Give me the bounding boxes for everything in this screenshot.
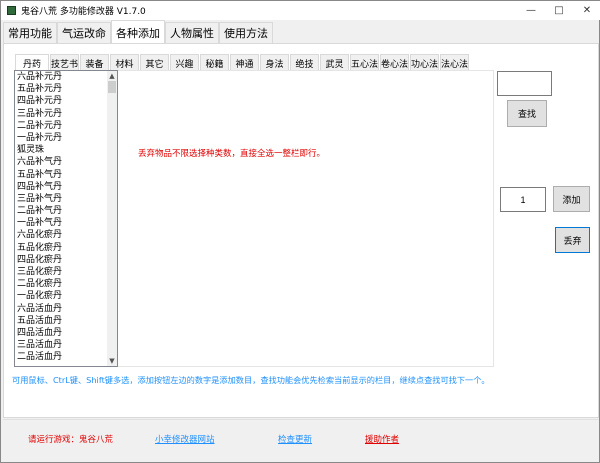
list-item[interactable]: 六品化瘀丹 <box>15 229 117 241</box>
list-item[interactable]: 六品活血丹 <box>15 303 117 315</box>
discard-button[interactable]: 丢弃 <box>555 227 590 253</box>
search-button[interactable]: 查找 <box>507 100 547 127</box>
list-item[interactable]: 四品补气丹 <box>15 181 117 193</box>
tab-panel: 丹药 技艺书 装备 材料 其它 兴趣 秘籍 神通 身法 绝技 武灵 五心法 卷心法 功心法 法心法 六品补元… <box>3 43 599 418</box>
list-item[interactable]: 四品化瘀丹 <box>15 254 117 266</box>
list-item[interactable]: 五品化瘀丹 <box>15 242 117 254</box>
list-item[interactable]: 三品补元丹 <box>15 108 117 120</box>
maximize-button[interactable]: □ <box>545 1 573 20</box>
list-item[interactable]: 二品活血丹 <box>15 351 117 363</box>
scroll-thumb[interactable] <box>108 81 116 93</box>
list-item[interactable]: 四品补元丹 <box>15 95 117 107</box>
scroll-up-icon[interactable]: ▲ <box>107 71 117 81</box>
list-item[interactable]: 六品补元丹 <box>15 71 117 83</box>
discard-tip: 丢弃物品不限选择种类数，直接全选一整栏即行。 <box>138 149 326 159</box>
list-item[interactable]: 三品活血丹 <box>15 339 117 351</box>
main-tabs: 常用功能 气运改命 各种添加 人物属性 使用方法 <box>3 20 273 44</box>
list-scrollbar[interactable]: ▲ ▼ <box>107 71 117 366</box>
list-item[interactable]: 一品化瘀丹 <box>15 290 117 302</box>
list-item[interactable]: 五品补元丹 <box>15 83 117 95</box>
minimize-button[interactable]: — <box>517 1 545 20</box>
list-item[interactable]: 一品补元丹 <box>15 132 117 144</box>
footer-divider <box>3 419 599 420</box>
close-button[interactable]: ✕ <box>573 1 600 20</box>
list-item[interactable]: 五品补气丹 <box>15 169 117 181</box>
tab-main-1[interactable]: 气运改命 <box>57 22 111 44</box>
list-item[interactable]: 四品活血丹 <box>15 327 117 339</box>
app-icon <box>7 6 16 15</box>
tab-main-2[interactable]: 各种添加 <box>111 20 165 44</box>
quantity-input[interactable] <box>500 187 546 212</box>
list-item[interactable]: 二品补气丹 <box>15 205 117 217</box>
usage-hint: 可用鼠标、CtrL键、Shift键多选，添加按钮左边的数字是添加数目，查找功能会… <box>12 375 490 385</box>
scroll-down-icon[interactable]: ▼ <box>107 356 117 366</box>
search-input[interactable] <box>497 71 552 96</box>
list-item[interactable]: 一品补气丹 <box>15 217 117 229</box>
list-item[interactable]: 六品补气丹 <box>15 156 117 168</box>
tab-main-3[interactable]: 人物属性 <box>165 22 219 44</box>
item-list[interactable]: 六品补元丹 五品补元丹 四品补元丹 三品补元丹 二品补元丹 一品补元丹 狐灵珠 六品补气丹 五品… <box>14 70 118 367</box>
check-update-link[interactable]: 检查更新 <box>278 433 312 445</box>
info-area: 丢弃物品不限选择种类数，直接全选一整栏即行。 <box>118 70 494 367</box>
list-item[interactable]: 二品补元丹 <box>15 120 117 132</box>
title-bar: 鬼谷八荒 多功能修改器 V1.7.0 — □ ✕ <box>1 1 600 20</box>
donate-link[interactable]: 援助作者 <box>365 433 399 445</box>
list-item[interactable]: 三品化瘀丹 <box>15 266 117 278</box>
list-item[interactable]: 三品补气丹 <box>15 193 117 205</box>
tab-main-0[interactable]: 常用功能 <box>3 22 57 44</box>
list-item[interactable]: 狐灵珠 <box>15 144 117 156</box>
tab-main-4[interactable]: 使用方法 <box>219 22 273 44</box>
list-item[interactable]: 二品化瘀丹 <box>15 278 117 290</box>
window-title: 鬼谷八荒 多功能修改器 V1.7.0 <box>21 7 146 17</box>
game-status: 请运行游戏：鬼谷八荒 <box>28 435 114 445</box>
add-button[interactable]: 添加 <box>553 186 590 212</box>
list-item[interactable]: 五品活血丹 <box>15 315 117 327</box>
website-link[interactable]: 小幸修改器网站 <box>155 433 215 445</box>
